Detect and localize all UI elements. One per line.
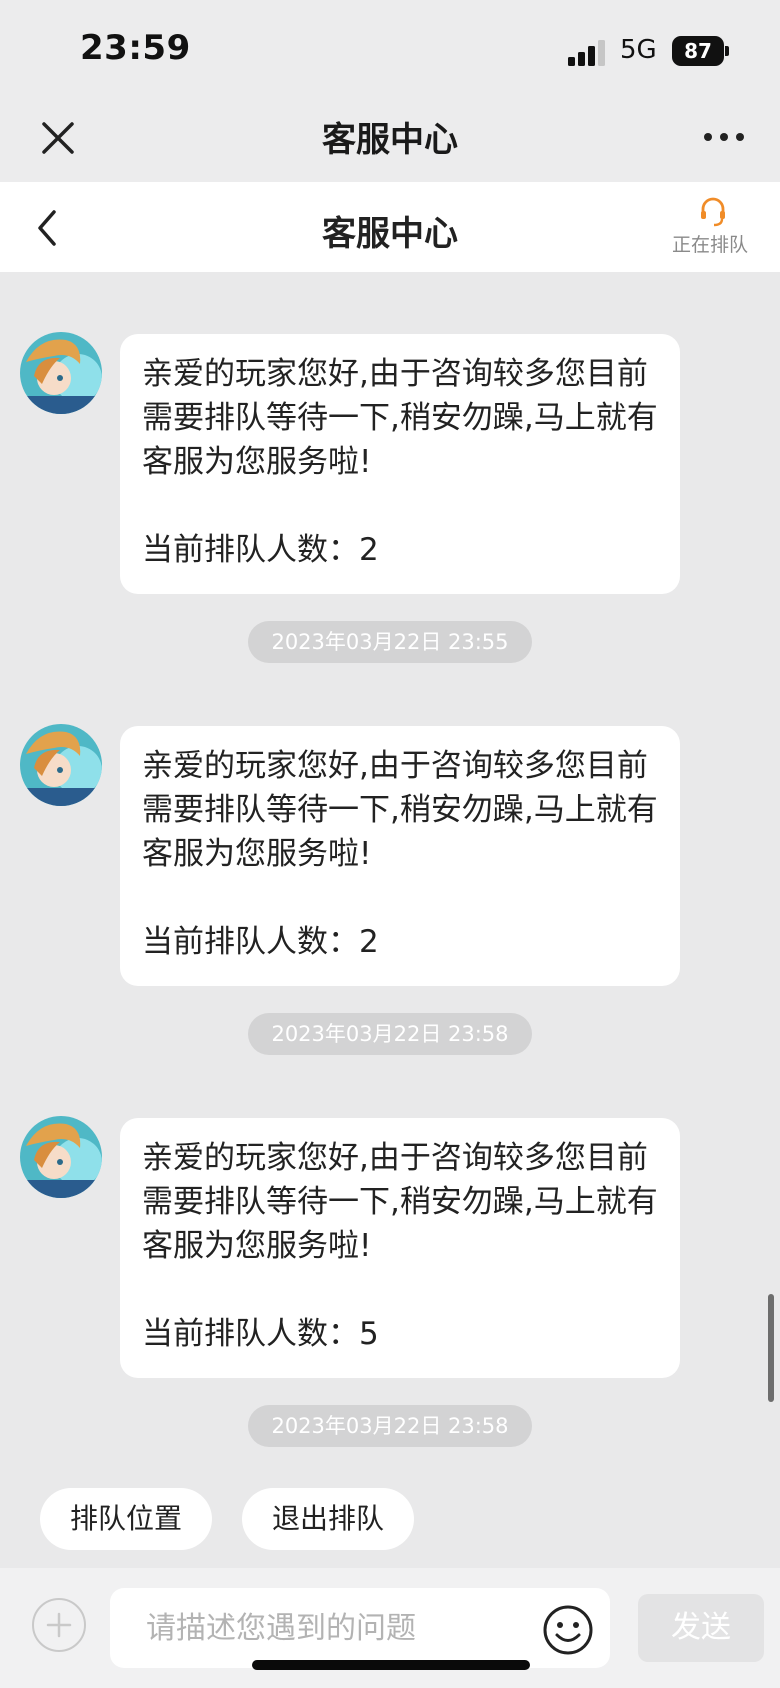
agent-avatar — [20, 724, 102, 806]
network-label: 5G — [620, 35, 657, 65]
message-text: 亲爱的玩家您好,由于咨询较多您目前需要排队等待一下,稍安勿躁,马上就有客服为您服… — [142, 356, 658, 480]
message-bubble: 亲爱的玩家您好,由于咨询较多您目前需要排队等待一下,稍安勿躁,马上就有客服为您服… — [120, 726, 680, 986]
message-bubble: 亲爱的玩家您好,由于咨询较多您目前需要排队等待一下,稍安勿躁,马上就有客服为您服… — [120, 334, 680, 594]
chat-scrollbar[interactable] — [768, 1294, 774, 1402]
queue-status-button[interactable]: 正在排队 — [660, 196, 760, 262]
headset-icon — [701, 197, 725, 227]
home-indicator — [252, 1660, 530, 1670]
status-time: 23:59 — [80, 28, 191, 68]
queue-status-label: 正在排队 — [671, 234, 748, 256]
send-button[interactable]: 发送 — [638, 1594, 764, 1662]
queue-count-text: 当前排队人数：5 — [142, 1316, 379, 1352]
battery-level: 87 — [684, 39, 712, 63]
outer-page-title: 客服中心 — [322, 120, 458, 160]
agent-avatar — [20, 332, 102, 414]
exit-queue-button[interactable]: 退出排队 — [242, 1488, 414, 1550]
message-text: 亲爱的玩家您好,由于咨询较多您目前需要排队等待一下,稍安勿躁,马上就有客服为您服… — [142, 748, 658, 872]
add-attachment-button[interactable] — [32, 1598, 86, 1652]
battery-tip — [725, 46, 729, 56]
message-bubble: 亲爱的玩家您好,由于咨询较多您目前需要排队等待一下,稍安勿躁,马上就有客服为您服… — [120, 1118, 680, 1378]
plus-icon — [46, 1612, 72, 1638]
more-icon[interactable] — [700, 122, 748, 152]
message-timestamp: 2023年03月22日 23:58 — [248, 1405, 532, 1447]
message-text: 亲爱的玩家您好,由于咨询较多您目前需要排队等待一下,稍安勿躁,马上就有客服为您服… — [142, 1140, 658, 1264]
queue-count-text: 当前排队人数：2 — [142, 924, 379, 960]
message-input[interactable] — [110, 1588, 610, 1668]
agent-avatar — [20, 1116, 102, 1198]
emoji-icon[interactable] — [542, 1604, 594, 1656]
signal-icon — [568, 40, 605, 66]
message-timestamp: 2023年03月22日 23:55 — [248, 621, 532, 663]
message-timestamp: 2023年03月22日 23:58 — [248, 1013, 532, 1055]
queue-count-text: 当前排队人数：2 — [142, 532, 379, 568]
queue-position-button[interactable]: 排队位置 — [40, 1488, 212, 1550]
